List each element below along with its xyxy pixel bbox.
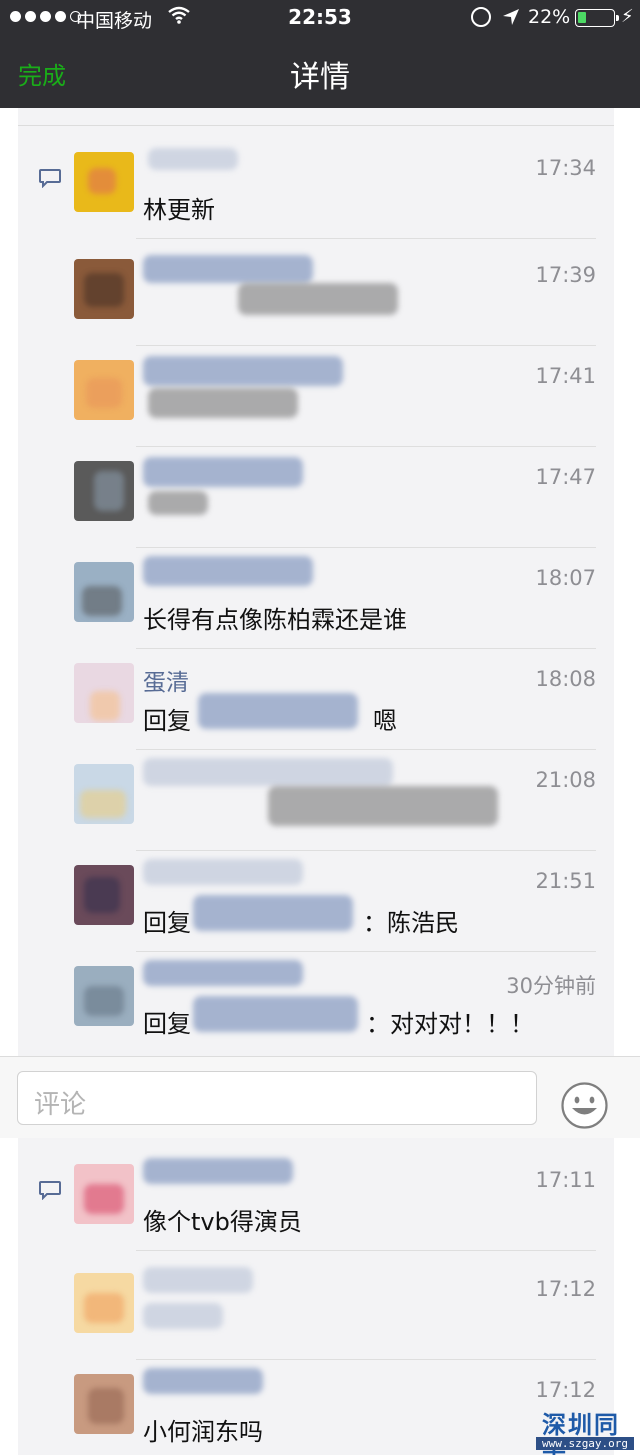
comment-text-tail: ：对对对！！！ <box>366 1010 534 1038</box>
comment-row[interactable]: 17:34 林更新 <box>18 138 614 239</box>
comment-text: 长得有点像陈柏霖还是谁 <box>143 606 407 634</box>
comment-row[interactable]: 21:08 <box>18 750 614 851</box>
comment-row[interactable]: 17:12 小何润东吗 <box>18 1360 614 1455</box>
avatar[interactable] <box>74 865 134 925</box>
battery-icon <box>575 9 619 27</box>
comment-time: 17:12 <box>535 1277 596 1301</box>
comment-bubble-icon <box>39 1181 61 1200</box>
location-arrow-icon <box>503 9 519 25</box>
top-bar: 中国移动 22:53 22% ⚡ 完成 详情 <box>0 0 640 108</box>
avatar[interactable] <box>74 562 134 622</box>
comment-row[interactable]: 17:11 像个tvb得演员 <box>18 1150 614 1251</box>
comment-row[interactable]: 21:51 回复 ：陈浩民 <box>18 851 614 952</box>
comment-time: 17:34 <box>535 156 596 180</box>
comment-row[interactable]: 30分钟前 回复 ：对对对！！！ <box>18 952 614 1053</box>
comment-time: 17:39 <box>535 263 596 287</box>
comment-text: 回复 <box>143 909 191 937</box>
battery-percent: 22% <box>528 6 571 28</box>
comment-time: 17:41 <box>535 364 596 388</box>
comment-row[interactable]: 蛋清 18:08 回复 嗯 <box>18 649 614 750</box>
comments-panel: 17:34 林更新 17:39 17:41 17:47 18:07 长得有点像陈… <box>18 108 614 1056</box>
avatar[interactable] <box>74 663 134 723</box>
avatar[interactable] <box>74 1164 134 1224</box>
comment-time: 17:12 <box>535 1378 596 1402</box>
comment-row[interactable]: 17:39 <box>18 245 614 346</box>
divider <box>18 125 614 126</box>
orientation-lock-icon <box>471 7 491 27</box>
comment-time: 18:07 <box>535 566 596 590</box>
page-title: 详情 <box>290 60 350 95</box>
avatar[interactable] <box>74 360 134 420</box>
comment-text-tail: 嗯 <box>373 707 397 735</box>
comment-time: 30分钟前 <box>506 974 596 998</box>
avatar[interactable] <box>74 152 134 212</box>
avatar[interactable] <box>74 764 134 824</box>
avatar[interactable] <box>74 966 134 1026</box>
avatar[interactable] <box>74 461 134 521</box>
emoji-icon[interactable] <box>560 1081 609 1130</box>
comments-panel: 17:11 像个tvb得演员 17:12 17:12 小何润东吗 <box>18 1138 614 1455</box>
comment-input-bar: 评论 <box>0 1056 640 1138</box>
comment-time: 17:11 <box>535 1168 596 1192</box>
avatar[interactable] <box>74 259 134 319</box>
charging-bolt-icon: ⚡ <box>621 6 634 27</box>
watermark-logo: 深圳同志 www.szgay.org <box>536 1405 634 1455</box>
watermark-url: www.szgay.org <box>536 1437 634 1450</box>
comment-text: 林更新 <box>143 196 215 224</box>
comment-row[interactable]: 18:07 长得有点像陈柏霖还是谁 <box>18 548 614 649</box>
comment-text: 回复 <box>143 1010 191 1038</box>
comment-time: 18:08 <box>535 667 596 691</box>
comment-row[interactable]: 17:47 <box>18 447 614 548</box>
comment-text: 回复 <box>143 707 191 735</box>
comment-text-tail: ：陈浩民 <box>363 909 459 937</box>
comment-text: 小何润东吗 <box>143 1418 263 1446</box>
avatar[interactable] <box>74 1273 134 1333</box>
avatar[interactable] <box>74 1374 134 1434</box>
comment-time: 21:51 <box>535 869 596 893</box>
comment-time: 21:08 <box>535 768 596 792</box>
comment-time: 17:47 <box>535 465 596 489</box>
comment-text: 像个tvb得演员 <box>143 1208 302 1236</box>
comment-row[interactable]: 17:12 <box>18 1259 614 1360</box>
status-bar: 中国移动 22:53 22% ⚡ <box>0 0 640 36</box>
comment-row[interactable]: 17:41 <box>18 346 614 447</box>
commenter-name[interactable]: 蛋清 <box>143 663 189 697</box>
comment-input[interactable]: 评论 <box>17 1071 537 1125</box>
comment-bubble-icon <box>39 169 61 188</box>
